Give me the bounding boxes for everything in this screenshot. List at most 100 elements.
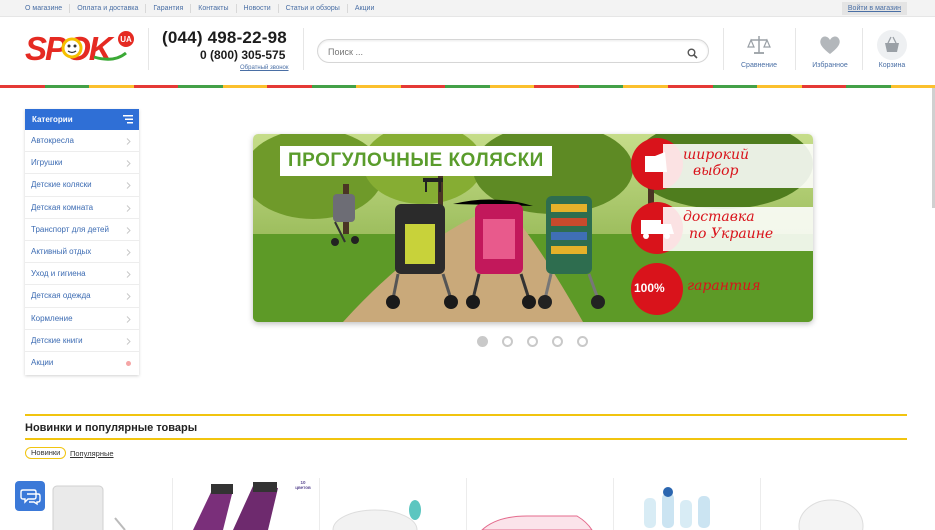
- sidebar-item[interactable]: Детские коляски: [25, 174, 139, 197]
- product-card[interactable]: [613, 478, 760, 530]
- compare-button[interactable]: Сравнение: [729, 32, 789, 69]
- category-title: Категории: [32, 115, 73, 124]
- sidebar-item-label: Акции: [31, 358, 54, 368]
- sidebar-item-label: Кормление: [31, 313, 73, 323]
- stripe-segment: [133, 85, 179, 88]
- sidebar-item-label: Детская одежда: [31, 291, 91, 301]
- feature-wide-choice-line1: широкий: [683, 147, 750, 163]
- product-image: [52, 485, 126, 530]
- banner-title: ПРОГУЛОЧНЫЕ КОЛЯСКИ: [280, 146, 552, 176]
- nav-link-promotions[interactable]: Акции: [348, 4, 382, 13]
- search-input[interactable]: [328, 44, 668, 59]
- sidebar-item[interactable]: Кормление: [25, 308, 139, 330]
- stripe-segment: [400, 85, 446, 88]
- slider-dot[interactable]: [577, 336, 588, 347]
- login-button[interactable]: Войти в магазин: [841, 2, 907, 15]
- stripe-segment: [89, 85, 134, 88]
- stripe-segment: [801, 85, 847, 88]
- sidebar-item-label: Детская комната: [31, 202, 94, 212]
- feature-wide-choice-line2: выбор: [693, 163, 739, 179]
- nav-link-warranty[interactable]: Гарантия: [146, 4, 192, 13]
- search-icon[interactable]: [687, 46, 698, 59]
- product-image: [644, 487, 710, 528]
- colors-badge: 10 цветов: [293, 480, 313, 490]
- cart-button[interactable]: Корзина: [862, 30, 922, 69]
- slider-dot[interactable]: [477, 336, 488, 347]
- tab-new[interactable]: Новинки: [25, 447, 67, 459]
- sidebar-item[interactable]: Игрушки: [25, 152, 139, 175]
- stripe-segment: [623, 85, 668, 88]
- stripe-segment: [712, 85, 758, 88]
- sidebar-item[interactable]: Детская одежда: [25, 285, 139, 308]
- phone-free[interactable]: 0 (800) 305-575: [200, 48, 285, 62]
- sidebar-item[interactable]: Транспорт для детей: [25, 219, 139, 241]
- guarantee-percent: 100%: [634, 281, 665, 295]
- scales-icon: [746, 32, 772, 58]
- slider-dot[interactable]: [552, 336, 563, 347]
- sidebar-item-label: Транспорт для детей: [31, 224, 109, 234]
- logo-badge: UA: [120, 35, 132, 44]
- stripe-segment: [222, 85, 268, 88]
- stripe-segment: [44, 85, 90, 88]
- slider-dot[interactable]: [527, 336, 538, 347]
- callback-link[interactable]: Обратный звонок: [240, 65, 289, 71]
- stripe-segment: [356, 85, 401, 88]
- site-logo[interactable]: SPOK UA: [24, 27, 136, 69]
- favorites-button[interactable]: Избранное: [800, 32, 860, 69]
- chevron-right-icon: [126, 160, 131, 168]
- header-divider: [795, 28, 796, 70]
- header-divider: [303, 28, 304, 70]
- promo-dot-icon: [126, 360, 131, 366]
- sidebar-item[interactable]: Уход и гигиена: [25, 263, 139, 286]
- sidebar-item[interactable]: Детская комната: [25, 197, 139, 219]
- product-card[interactable]: [466, 478, 613, 530]
- chevron-right-icon: [126, 271, 131, 278]
- nav-link-contacts[interactable]: Контакты: [191, 4, 237, 13]
- promo-banner[interactable]: ПРОГУЛОЧНЫЕ КОЛЯСКИ широкий выбор достав…: [253, 134, 813, 322]
- stripe-segment: [534, 85, 579, 88]
- product-card[interactable]: 10 цветов: [172, 478, 319, 530]
- chat-button[interactable]: [15, 481, 45, 511]
- product-card[interactable]: [760, 478, 907, 530]
- product-image: [481, 515, 593, 530]
- product-card[interactable]: [319, 478, 466, 530]
- sidebar-item-label: Детские коляски: [31, 180, 92, 190]
- compare-label: Сравнение: [741, 62, 777, 69]
- slider-dot[interactable]: [502, 336, 513, 347]
- header-divider: [723, 28, 724, 70]
- product-card[interactable]: [25, 478, 172, 530]
- tab-popular[interactable]: Популярные: [70, 449, 114, 458]
- stripe-segment: [667, 85, 713, 88]
- category-header[interactable]: Категории: [25, 109, 139, 130]
- feature-delivery-line1: доставка: [683, 209, 755, 225]
- nav-link-articles[interactable]: Статьи и обзоры: [279, 4, 348, 13]
- chevron-right-icon: [126, 204, 131, 212]
- colors-badge-text: цветов: [295, 485, 311, 490]
- sidebar-item[interactable]: Автокресла: [25, 130, 139, 153]
- product-image: [798, 499, 864, 530]
- nav-link-payment-delivery[interactable]: Оплата и доставка: [70, 4, 147, 13]
- nav-link-about[interactable]: О магазине: [18, 4, 71, 13]
- search-box: [317, 39, 709, 63]
- stripe-segment: [267, 85, 312, 88]
- sidebar-item-label: Активный отдых: [31, 247, 92, 257]
- chevron-right-icon: [126, 138, 131, 145]
- feature-delivery-line2: по Украине: [689, 226, 774, 242]
- favorites-label: Избранное: [812, 62, 848, 69]
- sidebar-item-label: Автокресла: [31, 136, 74, 146]
- stripe-segment: [445, 85, 490, 88]
- stripe-segment: [0, 85, 45, 88]
- phone-main[interactable]: (044) 498-22-98: [162, 28, 287, 48]
- chevron-right-icon: [126, 249, 131, 256]
- stripe-segment: [578, 85, 624, 88]
- sidebar-item-label: Игрушки: [31, 158, 63, 168]
- chevron-right-icon: [126, 293, 131, 301]
- category-list: Автокресла Игрушки Детские коляски Детская …: [25, 130, 139, 374]
- sidebar-item[interactable]: Детские книги: [25, 330, 139, 352]
- top-bar: О магазине Оплата и доставка Гарантия Ко…: [0, 0, 935, 17]
- sidebar-item[interactable]: Акции: [25, 352, 139, 374]
- nav-link-news[interactable]: Новости: [237, 4, 279, 13]
- sidebar-item[interactable]: Активный отдых: [25, 241, 139, 264]
- stripe-segment: [846, 85, 891, 88]
- basket-icon: [877, 30, 907, 60]
